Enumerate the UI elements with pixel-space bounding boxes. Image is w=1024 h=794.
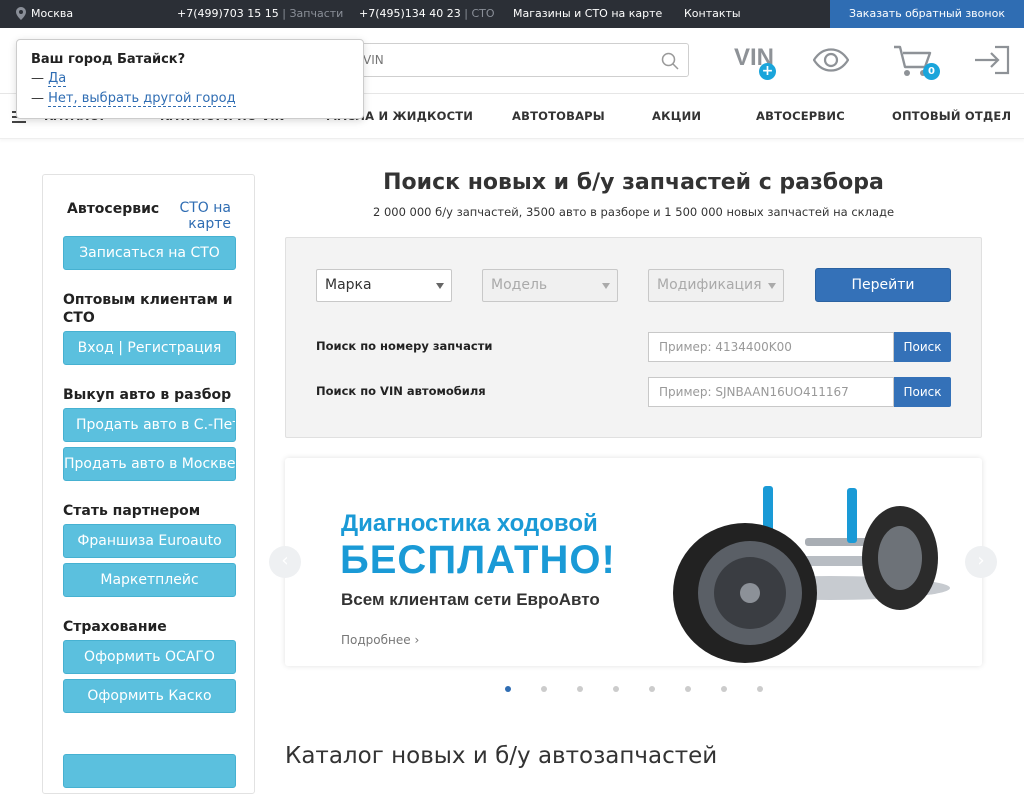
model-select[interactable]: Модель [482, 269, 618, 302]
city-yes-link[interactable]: Да [48, 71, 67, 87]
insurance-heading: Страхование [63, 619, 167, 635]
carousel-dot[interactable] [757, 686, 763, 692]
carousel-dot[interactable] [505, 686, 511, 692]
popup-option-no: — Нет, выбрать другой город [31, 91, 236, 107]
search-input[interactable] [351, 44, 641, 76]
marketplace-button[interactable]: Маркетплейс [63, 563, 236, 597]
sell-msk-button[interactable]: Продать авто в Москве [63, 447, 236, 481]
chevron-down-icon [768, 283, 776, 289]
city-name[interactable]: Москва [31, 7, 73, 20]
carousel-dot[interactable] [541, 686, 547, 692]
vin-button[interactable]: VIN + [734, 44, 776, 80]
partner-heading: Стать партнером [63, 503, 201, 519]
banner-line3: Всем клиентам сети ЕвроАвто [341, 590, 600, 609]
callback-button[interactable]: Заказать обратный звонок [830, 0, 1024, 28]
promo-banner[interactable]: Диагностика ходовой БЕСПЛАТНО! Всем клие… [285, 458, 982, 666]
page-subtitle: 2 000 000 б/у запчастей, 3500 авто в раз… [372, 205, 895, 219]
wholesale-heading: Оптовым клиентам и СТО [63, 292, 233, 326]
banner-line1: Диагностика ходовой [341, 510, 598, 537]
city-question: Ваш город Батайск? [31, 52, 186, 67]
location-pin-icon [16, 7, 26, 20]
nav-wholesale[interactable]: ОПТОВЫЙ ОТДЕЛ [892, 109, 1011, 123]
search-box[interactable] [350, 43, 689, 77]
carousel-prev-button[interactable]: ‹ [269, 546, 301, 578]
login-register-button[interactable]: Вход | Регистрация [63, 331, 236, 365]
phone-parts-number[interactable]: +7(499)703 15 15 [177, 7, 279, 20]
chevron-down-icon [436, 283, 444, 289]
part-search-button[interactable]: Поиск [894, 332, 951, 362]
go-button[interactable]: Перейти [815, 268, 951, 302]
city-confirm-popup: Ваш город Батайск? — Да — Нет, выбрать д… [16, 39, 364, 119]
page-title: Поиск новых и б/у запчастей с разбора [383, 170, 884, 195]
phone-sto[interactable]: +7(495)134 40 23 | СТО [359, 7, 495, 20]
brand-select[interactable]: Марка [316, 269, 452, 302]
parts-search-panel: Марка Модель Модификация Перейти Поиск п… [285, 237, 982, 438]
vin-input[interactable]: Пример: SJNBAAN16UO411167 [648, 377, 894, 407]
carousel-dot[interactable] [577, 686, 583, 692]
phone-parts[interactable]: +7(499)703 15 15 | Запчасти [177, 7, 343, 20]
phone-sto-number[interactable]: +7(495)134 40 23 [359, 7, 461, 20]
phone-parts-label: Запчасти [289, 7, 344, 20]
book-sto-button[interactable]: Записаться на СТО [63, 236, 236, 270]
city-selector[interactable]: Москва [16, 7, 73, 20]
city-change-link[interactable]: Нет, выбрать другой город [48, 91, 236, 107]
nav-promotions[interactable]: АКЦИИ [652, 109, 701, 123]
phone-sto-label: СТО [471, 7, 495, 20]
modification-select[interactable]: Модификация [648, 269, 784, 302]
autoservice-heading: Автосервис [67, 201, 160, 217]
banner-more-link[interactable]: Подробнее › [341, 633, 419, 647]
vin-search-button[interactable]: Поиск [894, 377, 951, 407]
kasko-button[interactable]: Оформить Каско [63, 679, 236, 713]
cart-count-badge: 0 [923, 63, 940, 80]
stores-map-link[interactable]: Магазины и СТО на карте [513, 7, 662, 20]
top-bar: Москва +7(499)703 15 15 | Запчасти +7(49… [0, 0, 1024, 28]
contacts-link[interactable]: Контакты [684, 7, 741, 20]
carousel-dot[interactable] [649, 686, 655, 692]
osago-button[interactable]: Оформить ОСАГО [63, 640, 236, 674]
carousel-next-button[interactable]: › [965, 546, 997, 578]
login-icon[interactable] [973, 45, 1011, 79]
carousel-dot[interactable] [613, 686, 619, 692]
banner-line2: БЕСПЛАТНО! [340, 538, 616, 582]
franchise-button[interactable]: Франшиза Euroauto [63, 524, 236, 558]
buyout-heading: Выкуп авто в разбор [63, 387, 232, 403]
vin-search-label: Поиск по VIN автомобиля [316, 384, 486, 398]
nav-auto-goods[interactable]: АВТОТОВАРЫ [512, 109, 605, 123]
car-suspension-image [673, 486, 950, 663]
chevron-right-icon: › [414, 633, 420, 647]
nav-autoservice[interactable]: АВТОСЕРВИС [756, 109, 845, 123]
carousel-dot[interactable] [685, 686, 691, 692]
popup-option-yes: — Да [31, 71, 67, 87]
sidebar: Автосервис СТО на карте Записаться на СТ… [42, 174, 255, 794]
sell-spb-button[interactable]: Продать авто в С.-Петербурге [63, 408, 236, 442]
part-number-input[interactable]: Пример: 4134400K00 [648, 332, 894, 362]
sidebar-more-button[interactable] [63, 754, 236, 788]
carousel-dot[interactable] [721, 686, 727, 692]
chevron-down-icon [602, 283, 610, 289]
eye-icon[interactable] [812, 48, 850, 76]
catalog-heading: Каталог новых и б/у автозапчастей [285, 743, 718, 769]
part-number-label: Поиск по номеру запчасти [316, 339, 493, 353]
search-icon[interactable] [661, 52, 679, 70]
plus-icon: + [759, 63, 776, 80]
sto-map-link[interactable]: СТО на карте [171, 200, 231, 232]
cart-button[interactable]: 0 [893, 44, 940, 82]
